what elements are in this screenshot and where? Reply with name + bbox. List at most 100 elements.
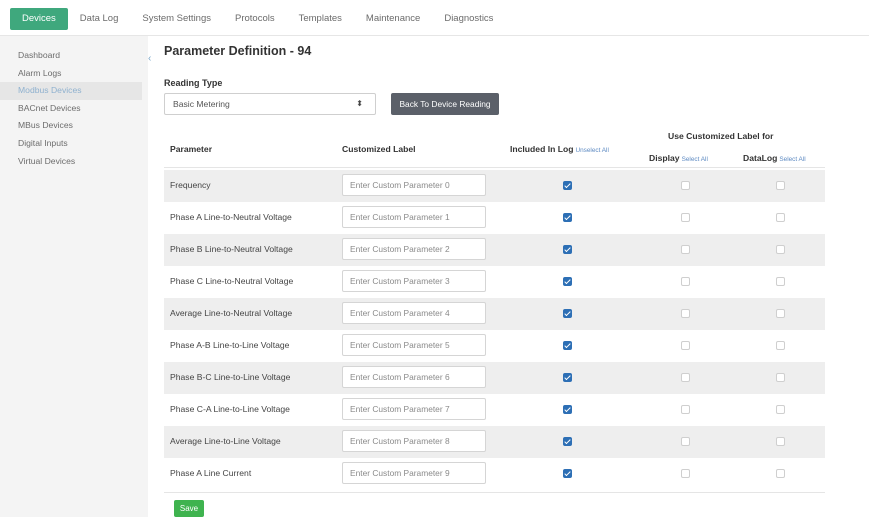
custom-label-input[interactable] <box>342 174 486 196</box>
table-row: Average Line-to-Neutral Voltage <box>164 298 825 330</box>
custom-label-input[interactable] <box>342 398 486 420</box>
parameter-name: Average Line-to-Line Voltage <box>170 436 281 446</box>
back-to-device-reading-button[interactable]: Back To Device Reading <box>391 93 499 115</box>
display-checkbox[interactable] <box>681 341 690 350</box>
custom-label-input[interactable] <box>342 238 486 260</box>
reading-type-value: Basic Metering <box>173 99 230 109</box>
included-in-log-checkbox[interactable] <box>563 341 572 350</box>
display-checkbox[interactable] <box>681 405 690 414</box>
table-row: Phase C Line-to-Neutral Voltage <box>164 266 825 298</box>
tab-templates[interactable]: Templates <box>287 8 354 30</box>
datalog-checkbox[interactable] <box>776 277 785 286</box>
sidebar-item-dashboard[interactable]: Dashboard <box>0 47 142 65</box>
datalog-checkbox[interactable] <box>776 213 785 222</box>
datalog-checkbox[interactable] <box>776 245 785 254</box>
parameter-name: Phase B-C Line-to-Line Voltage <box>170 372 291 382</box>
included-in-log-checkbox[interactable] <box>563 181 572 190</box>
header-display: Display Select All <box>649 153 708 163</box>
sidebar-item-bacnet-devices[interactable]: BACnet Devices <box>0 100 142 118</box>
datalog-checkbox[interactable] <box>776 405 785 414</box>
display-checkbox[interactable] <box>681 437 690 446</box>
main-content: Parameter Definition - 94 Reading Type B… <box>158 36 869 517</box>
table-row: Phase A Line Current <box>164 458 825 490</box>
datalog-checkbox[interactable] <box>776 437 785 446</box>
header-divider <box>164 167 825 168</box>
custom-label-input[interactable] <box>342 334 486 356</box>
table-row: Phase B-C Line-to-Line Voltage <box>164 362 825 394</box>
header-customized-label: Customized Label <box>342 144 416 154</box>
page-title: Parameter Definition - 94 <box>164 44 312 58</box>
parameter-name: Phase A Line-to-Neutral Voltage <box>170 212 292 222</box>
tab-devices[interactable]: Devices <box>10 8 68 30</box>
reading-type-select[interactable]: Basic Metering ⬍ <box>164 93 376 115</box>
parameter-name: Phase B Line-to-Neutral Voltage <box>170 244 293 254</box>
custom-label-input[interactable] <box>342 206 486 228</box>
table-row: Average Line-to-Line Voltage <box>164 426 825 458</box>
header-included-in-log-label: Included In Log <box>510 144 574 154</box>
custom-label-input[interactable] <box>342 462 486 484</box>
header-parameter: Parameter <box>170 144 213 154</box>
sidebar-menu: Dashboard Alarm Logs Modbus Devices BACnet … <box>0 47 142 170</box>
select-all-datalog-link[interactable]: Select All <box>779 156 805 163</box>
unselect-all-log-link[interactable]: Unselect All <box>576 147 609 154</box>
sidebar-item-modbus-devices[interactable]: Modbus Devices <box>0 82 142 100</box>
display-checkbox[interactable] <box>681 181 690 190</box>
display-checkbox[interactable] <box>681 213 690 222</box>
parameter-name: Phase C-A Line-to-Line Voltage <box>170 404 290 414</box>
custom-label-input[interactable] <box>342 430 486 452</box>
collapse-sidebar-icon[interactable]: ‹ <box>148 54 151 64</box>
reading-type-label: Reading Type <box>164 78 223 88</box>
table-row: Phase C-A Line-to-Line Voltage <box>164 394 825 426</box>
datalog-checkbox[interactable] <box>776 469 785 478</box>
header-use-customized-label-for: Use Customized Label for <box>668 131 774 141</box>
table-row: Phase A Line-to-Neutral Voltage <box>164 202 825 234</box>
header-display-label: Display <box>649 153 680 163</box>
included-in-log-checkbox[interactable] <box>563 373 572 382</box>
sidebar: Dashboard Alarm Logs Modbus Devices BACnet … <box>0 36 148 517</box>
datalog-checkbox[interactable] <box>776 181 785 190</box>
save-button[interactable]: Save <box>174 500 204 517</box>
parameter-name: Phase A-B Line-to-Line Voltage <box>170 340 290 350</box>
footer-divider <box>164 492 825 493</box>
custom-label-input[interactable] <box>342 302 486 324</box>
table-row: Phase A-B Line-to-Line Voltage <box>164 330 825 362</box>
tab-system-settings[interactable]: System Settings <box>130 8 223 30</box>
parameter-table: Frequency Phase A Line-to-Neutral Voltage… <box>164 170 825 490</box>
custom-label-input[interactable] <box>342 366 486 388</box>
sidebar-item-alarm-logs[interactable]: Alarm Logs <box>0 65 142 83</box>
included-in-log-checkbox[interactable] <box>563 277 572 286</box>
included-in-log-checkbox[interactable] <box>563 437 572 446</box>
table-row: Phase B Line-to-Neutral Voltage <box>164 234 825 266</box>
parameter-name: Phase A Line Current <box>170 468 252 478</box>
display-checkbox[interactable] <box>681 277 690 286</box>
top-nav-tabs: Devices Data Log System Settings Protocols T… <box>10 8 505 30</box>
sidebar-item-virtual-devices[interactable]: Virtual Devices <box>0 153 142 171</box>
included-in-log-checkbox[interactable] <box>563 405 572 414</box>
sidebar-item-digital-inputs[interactable]: Digital Inputs <box>0 135 142 153</box>
tab-maintenance[interactable]: Maintenance <box>354 8 432 30</box>
included-in-log-checkbox[interactable] <box>563 245 572 254</box>
tab-protocols[interactable]: Protocols <box>223 8 287 30</box>
display-checkbox[interactable] <box>681 469 690 478</box>
parameter-name: Phase C Line-to-Neutral Voltage <box>170 276 294 286</box>
included-in-log-checkbox[interactable] <box>563 309 572 318</box>
parameter-name: Frequency <box>170 180 211 190</box>
top-nav: Devices Data Log System Settings Protocols T… <box>0 0 869 36</box>
tab-data-log[interactable]: Data Log <box>68 8 131 30</box>
display-checkbox[interactable] <box>681 309 690 318</box>
datalog-checkbox[interactable] <box>776 341 785 350</box>
select-all-display-link[interactable]: Select All <box>682 156 708 163</box>
sidebar-item-mbus-devices[interactable]: MBus Devices <box>0 117 142 135</box>
header-datalog: DataLog Select All <box>743 153 806 163</box>
header-datalog-label: DataLog <box>743 153 778 163</box>
display-checkbox[interactable] <box>681 373 690 382</box>
table-row: Frequency <box>164 170 825 202</box>
tab-diagnostics[interactable]: Diagnostics <box>432 8 505 30</box>
datalog-checkbox[interactable] <box>776 373 785 382</box>
included-in-log-checkbox[interactable] <box>563 213 572 222</box>
custom-label-input[interactable] <box>342 270 486 292</box>
datalog-checkbox[interactable] <box>776 309 785 318</box>
parameter-name: Average Line-to-Neutral Voltage <box>170 308 293 318</box>
included-in-log-checkbox[interactable] <box>563 469 572 478</box>
display-checkbox[interactable] <box>681 245 690 254</box>
